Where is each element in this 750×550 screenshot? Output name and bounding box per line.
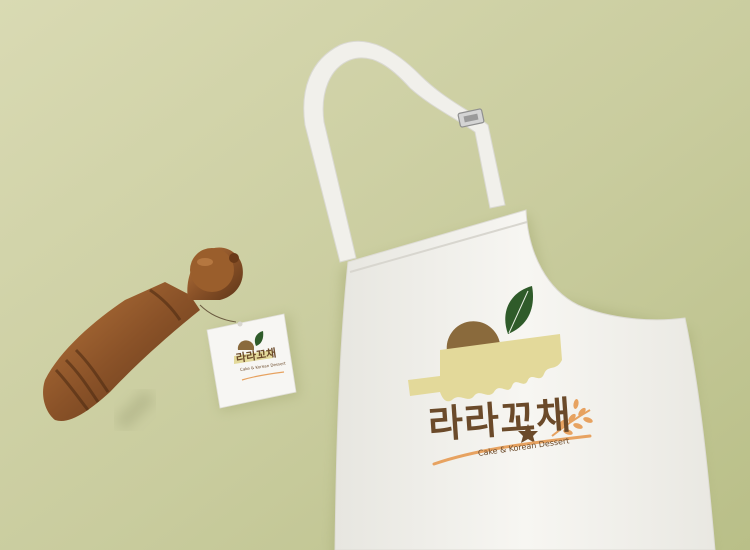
product-mockup-scene: 라라꼬채 Cake & Korean Dessert 라라꼬채 Cake & K…	[0, 0, 750, 550]
